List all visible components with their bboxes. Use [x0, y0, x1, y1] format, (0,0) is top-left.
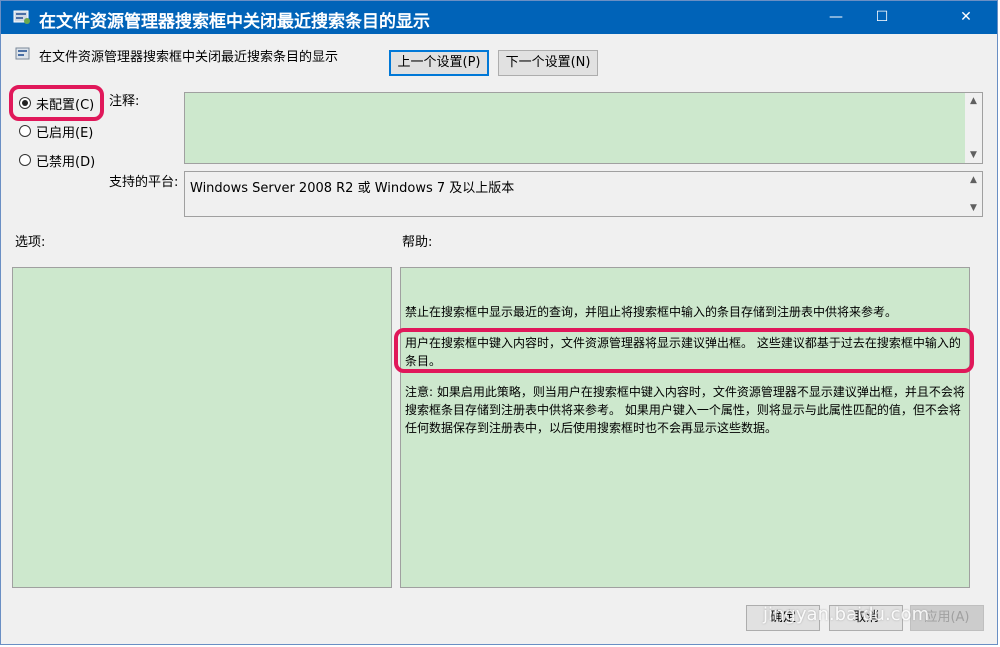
- options-label: 选项:: [15, 235, 46, 250]
- help-panel: 禁止在搜索框中显示最近的查询，并阻止将搜索框中输入的条目存储到注册表中供将来参考…: [400, 267, 970, 588]
- radio-enabled-label: 已启用(E): [36, 125, 94, 141]
- title-bar[interactable]: 在文件资源管理器搜索框中关闭最近搜索条目的显示 — ☐ ✕: [1, 1, 997, 34]
- policy-dialog: 在文件资源管理器搜索框中关闭最近搜索条目的显示 — ☐ ✕ 在文件资源管理器搜索…: [0, 0, 998, 645]
- radio-disabled-label: 已禁用(D): [36, 154, 96, 170]
- radio-enabled[interactable]: 已启用(E): [19, 121, 93, 141]
- scroll-down-icon[interactable]: ▼: [965, 150, 982, 160]
- comment-label: 注释:: [109, 94, 140, 109]
- scroll-up-icon[interactable]: ▲: [965, 96, 982, 106]
- close-icon[interactable]: ✕: [943, 1, 989, 34]
- highlight-help-paragraph: [394, 328, 974, 373]
- platform-scrollbar[interactable]: ▲ ▼: [965, 172, 982, 216]
- comment-scrollbar[interactable]: ▲ ▼: [965, 93, 982, 163]
- previous-setting-button[interactable]: 上一个设置(P): [389, 50, 489, 76]
- policy-app-icon: [13, 10, 30, 24]
- help-paragraph-1: 禁止在搜索框中显示最近的查询，并阻止将搜索框中输入的条目存储到注册表中供将来参考…: [405, 305, 898, 319]
- scroll-up-icon[interactable]: ▲: [965, 175, 982, 185]
- help-paragraph-3: 注意: 如果启用此策略，则当用户在搜索框中键入内容时，文件资源管理器不显示建议弹…: [405, 385, 965, 435]
- options-panel: [12, 267, 392, 588]
- window-title: 在文件资源管理器搜索框中关闭最近搜索条目的显示: [39, 12, 430, 32]
- platform-value: Windows Server 2008 R2 或 Windows 7 及以上版本: [190, 181, 515, 196]
- platform-box: Windows Server 2008 R2 或 Windows 7 及以上版本…: [184, 171, 983, 217]
- radio-disabled[interactable]: 已禁用(D): [19, 150, 95, 170]
- comment-textarea[interactable]: ▲ ▼: [184, 92, 983, 164]
- watermark: jingyan.baidu.com: [763, 604, 930, 625]
- policy-setting-icon: [15, 47, 30, 60]
- radio-unselected-icon: [19, 154, 31, 166]
- help-label: 帮助:: [402, 235, 433, 250]
- maximize-icon[interactable]: ☐: [859, 1, 905, 34]
- radio-unselected-icon: [19, 125, 31, 137]
- highlight-not-configured: [9, 85, 104, 121]
- minimize-icon[interactable]: —: [813, 1, 859, 34]
- scroll-down-icon[interactable]: ▼: [965, 203, 982, 213]
- policy-name: 在文件资源管理器搜索框中关闭最近搜索条目的显示: [39, 50, 339, 65]
- next-setting-button[interactable]: 下一个设置(N): [498, 50, 598, 76]
- platform-label: 支持的平台:: [109, 175, 179, 190]
